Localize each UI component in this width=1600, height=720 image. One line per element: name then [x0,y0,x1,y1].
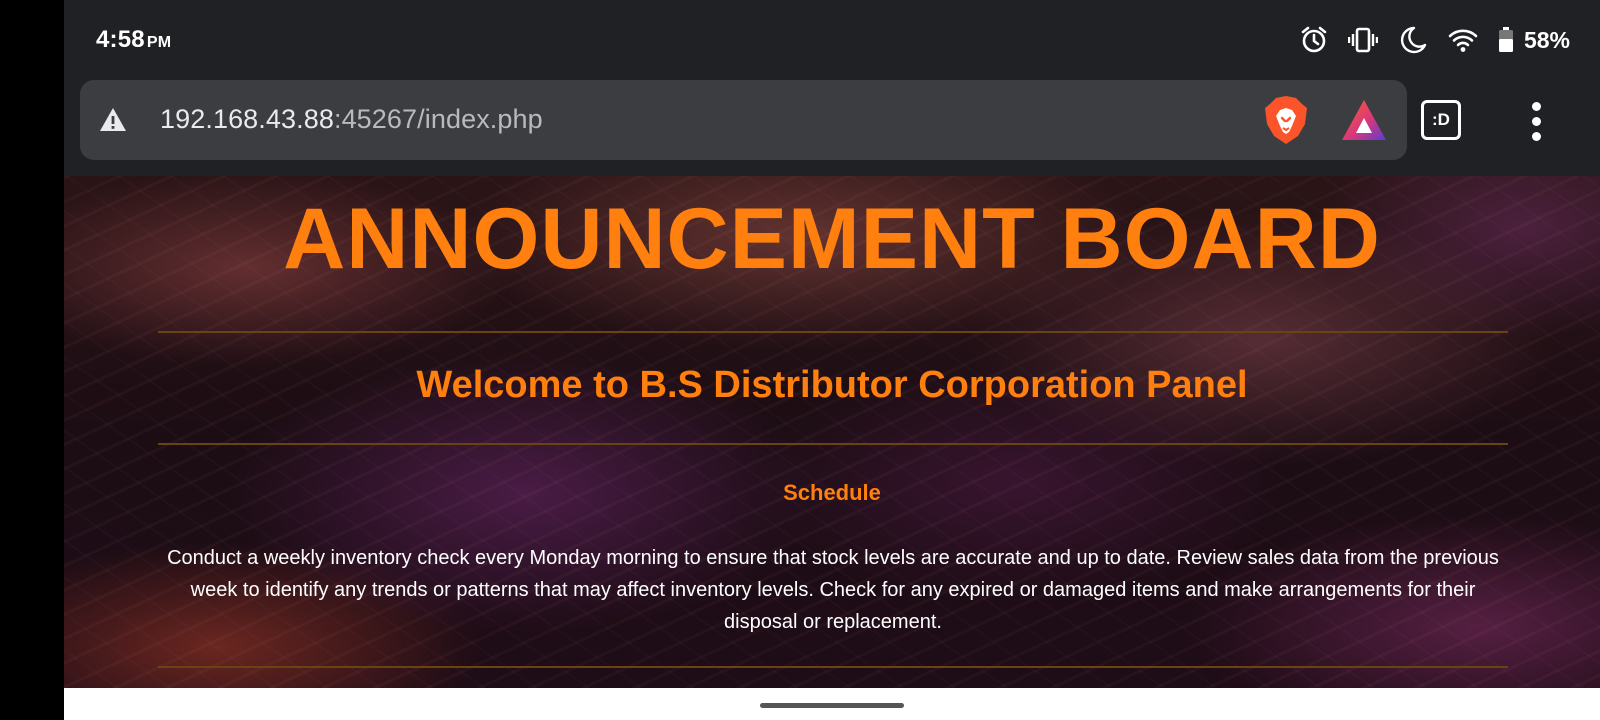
url-text[interactable]: 192.168.43.88:45267/index.php [160,104,543,135]
battery-percent: 58% [1523,26,1570,53]
web-page: ANNOUNCEMENT BOARD Welcome to B.S Distri… [64,176,1600,688]
warning-triangle-icon[interactable] [98,106,128,139]
brave-rewards-icon[interactable] [1340,98,1388,147]
vibrate-icon [1347,26,1378,54]
battery-icon [1498,27,1514,53]
url-path: :45267/index.php [333,104,543,134]
left-bezel [0,0,64,720]
url-host: 192.168.43.88 [160,104,334,134]
do-not-disturb-moon-icon [1398,25,1428,55]
home-gesture-handle[interactable] [760,703,904,708]
wifi-icon [1448,27,1478,53]
status-time: 4:58 PM [96,26,171,54]
brave-lion-icon[interactable] [1262,94,1310,151]
status-bar: 4:58 PM 58% [64,0,1600,80]
divider-middle [158,443,1508,445]
clock-ampm: PM [146,34,172,51]
schedule-text: Conduct a weekly inventory check every M… [167,547,1499,633]
tab-switcher-button[interactable]: :D [1421,100,1461,140]
clock-time: 4:58 [96,26,145,53]
status-icons: 58% [1300,24,1570,56]
divider-top [158,331,1508,333]
phone-screen: 4:58 PM 58% 192.168.43.88:45267/index.ph… [64,0,1600,720]
browser-toolbar: 192.168.43.88:45267/index.php:D [64,80,1600,176]
url-bar[interactable]: 192.168.43.88:45267/index.php [80,80,1407,160]
divider-bottom [158,666,1508,668]
page-title: ANNOUNCEMENT BOARD [283,191,1381,287]
welcome-heading: Welcome to B.S Distributor Corporation P… [416,364,1248,406]
more-vert-icon[interactable] [1524,100,1548,141]
schedule-heading: Schedule [783,480,881,505]
alarm-icon [1300,26,1328,54]
gesture-nav-bar [64,688,1600,720]
